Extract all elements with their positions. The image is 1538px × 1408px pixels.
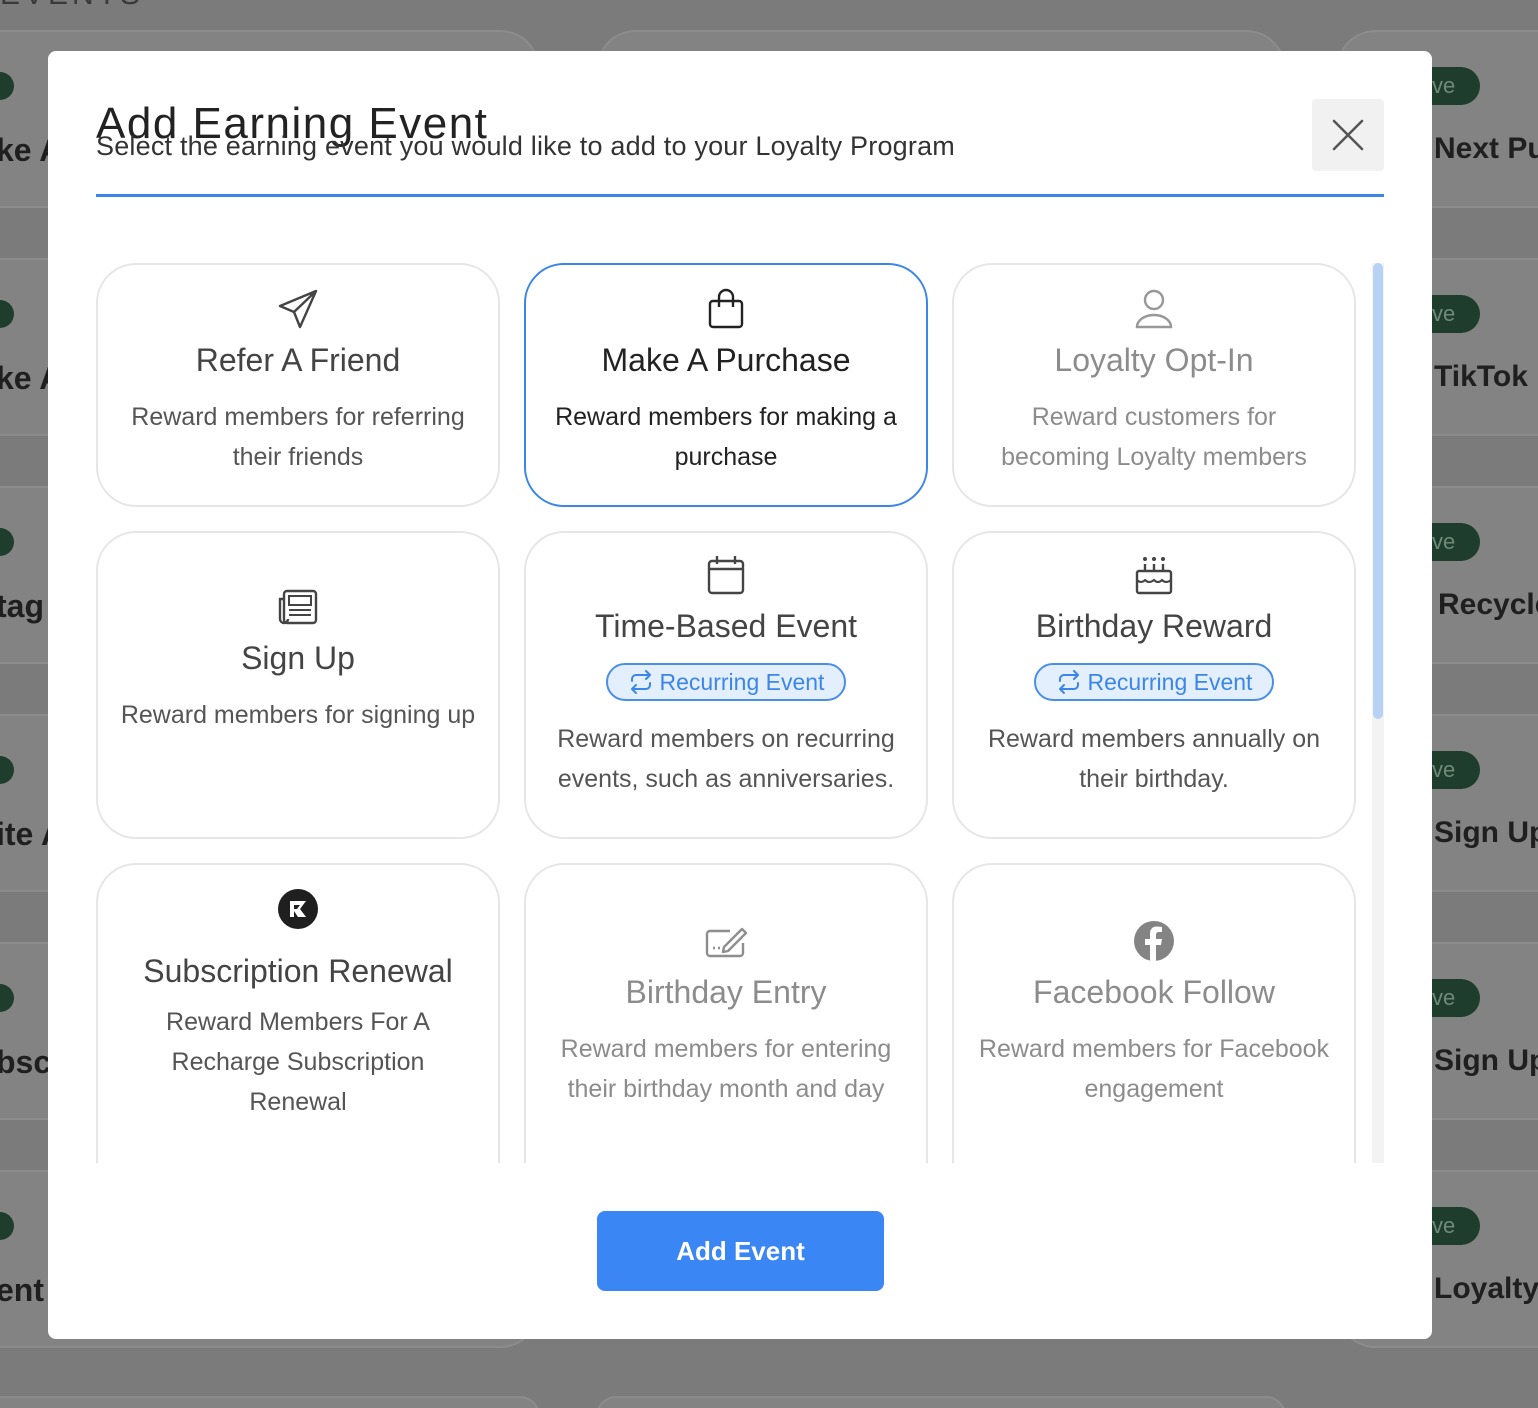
badge-label: Recurring Event <box>659 668 825 695</box>
event-card-facebook-follow[interactable]: Facebook Follow Reward members for Faceb… <box>952 863 1356 1163</box>
event-description: Reward members for making a purchase <box>555 403 897 471</box>
scrollbar-thumb[interactable] <box>1373 263 1383 719</box>
event-description: Reward members for referring their frien… <box>131 403 465 471</box>
event-card-time-based-event[interactable]: Time-Based Event Recurring Event Reward … <box>524 531 928 839</box>
background-header: EVENTS <box>0 0 144 12</box>
event-card-make-a-purchase[interactable]: Make A Purchase Reward members for makin… <box>524 263 928 507</box>
newspaper-icon <box>278 589 318 625</box>
event-description: Reward members annually on their birthda… <box>987 725 1321 793</box>
background-event-name: tag <box>0 588 44 624</box>
event-description: Reward customers for becoming Loyalty me… <box>1001 403 1307 471</box>
add-earning-event-modal: Add Earning Event Select the earning eve… <box>48 51 1432 1339</box>
background-event-name: TikTok <box>1434 360 1528 393</box>
paper-plane-icon <box>278 289 318 329</box>
calendar-icon <box>707 556 745 595</box>
event-title: Time-Based Event <box>594 608 858 644</box>
event-title: Sign Up <box>241 640 355 676</box>
recurring-event-badge: Recurring Event <box>1033 663 1275 701</box>
event-card-loyalty-opt-in[interactable]: Loyalty Opt-In Reward customers for beco… <box>952 263 1356 507</box>
event-card-sign-up[interactable]: Sign Up Reward members for signing up <box>96 531 500 839</box>
edit-form-icon <box>705 927 748 958</box>
facebook-icon <box>1134 921 1174 961</box>
user-icon <box>1135 289 1173 329</box>
repeat-icon <box>630 670 651 694</box>
background-event-name: Sign Up <box>1434 1044 1538 1077</box>
event-card-subscription-renewal[interactable]: Subscription Renewal Reward Members For … <box>96 863 500 1163</box>
event-description: Reward members for entering their birthd… <box>560 1035 892 1103</box>
event-title: Birthday Reward <box>1035 608 1273 644</box>
repeat-icon <box>1058 670 1079 694</box>
event-card-birthday-reward[interactable]: Birthday Reward Recurring Event Reward m… <box>952 531 1356 839</box>
event-description: Reward Members For A Recharge Subscripti… <box>166 1008 430 1116</box>
badge-label: Recurring Event <box>1087 668 1253 695</box>
modal-subtitle: Select the earning event you would like … <box>96 131 955 161</box>
event-title: Make A Purchase <box>601 342 851 378</box>
recurring-event-badge: Recurring Event <box>605 663 847 701</box>
shopping-bag-icon <box>708 288 744 329</box>
event-title: Subscription Renewal <box>143 953 453 989</box>
birthday-cake-icon <box>1135 557 1173 595</box>
event-card-refer-a-friend[interactable]: Refer A Friend Reward members for referr… <box>96 263 500 507</box>
background-event-name: ent <box>0 1272 44 1308</box>
event-title: Facebook Follow <box>1033 974 1275 1010</box>
event-title: Loyalty Opt-In <box>1054 342 1254 378</box>
recharge-logo-icon <box>278 889 318 929</box>
add-event-button[interactable]: Add Event <box>597 1211 884 1291</box>
background-event-name: Loyalty <box>1434 1272 1538 1305</box>
event-grid[interactable]: Refer A Friend Reward members for referr… <box>96 263 1384 1163</box>
event-title: Refer A Friend <box>195 342 401 378</box>
header-divider <box>96 194 1384 197</box>
background-event-name: bsc <box>0 1044 52 1080</box>
background-event-name: Next Pu <box>1434 132 1538 165</box>
background-event-name: Sign Up <box>1434 816 1538 849</box>
close-button[interactable] <box>1312 99 1384 171</box>
event-description: Reward members for Facebook engagement <box>978 1035 1330 1103</box>
background-event-name: Recycle <box>1438 588 1538 621</box>
event-description: Reward members for signing up <box>120 701 476 729</box>
event-card-birthday-entry[interactable]: Birthday Entry Reward members for enteri… <box>524 863 928 1163</box>
background-card <box>0 1396 540 1408</box>
event-description: Reward members on recurring events, such… <box>557 725 895 793</box>
close-icon <box>1332 119 1364 151</box>
event-title: Birthday Entry <box>625 974 827 1010</box>
background-card <box>596 1396 1286 1408</box>
